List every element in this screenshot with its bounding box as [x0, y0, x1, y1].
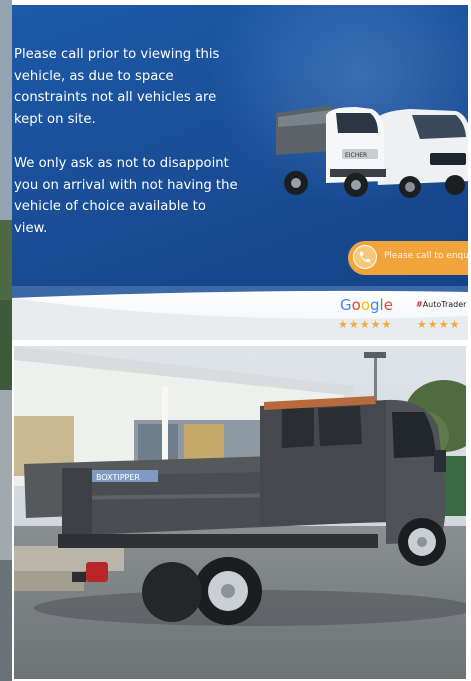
phone-icon — [353, 245, 377, 269]
notice-paragraph-2: We only ask as not to disappoint you on … — [14, 156, 238, 236]
decorative-curve — [12, 286, 468, 340]
reviews-bar: Google ★★★★★ #AutoTrader ★★★★ — [12, 286, 468, 340]
autotrader-logo[interactable]: #AutoTrader — [416, 300, 466, 309]
left-neighbor-image-strip — [0, 0, 12, 681]
trucks-illustration: EICHER — [276, 105, 468, 198]
tipper-truck: EICHER — [276, 105, 386, 197]
google-logo[interactable]: Google — [340, 296, 393, 314]
cta-label: Please call to enquire — [384, 251, 468, 261]
google-rating-stars: ★★★★★ — [338, 318, 393, 331]
autotrader-rating-stars: ★★★★ — [417, 318, 461, 331]
vehicle-photo[interactable]: BOXTIPPER — [14, 346, 466, 679]
svg-text:BOXTIPPER: BOXTIPPER — [96, 473, 140, 482]
white-van — [372, 109, 468, 198]
notice-paragraph-1: Please call prior to viewing this vehicl… — [14, 47, 220, 127]
svg-text:EICHER: EICHER — [345, 152, 367, 159]
call-to-enquire-button[interactable]: Please call to enquire — [348, 241, 468, 275]
dropside-truck-scene: BOXTIPPER — [14, 346, 466, 679]
notice-banner: Please call prior to viewing this vehicl… — [12, 5, 468, 286]
